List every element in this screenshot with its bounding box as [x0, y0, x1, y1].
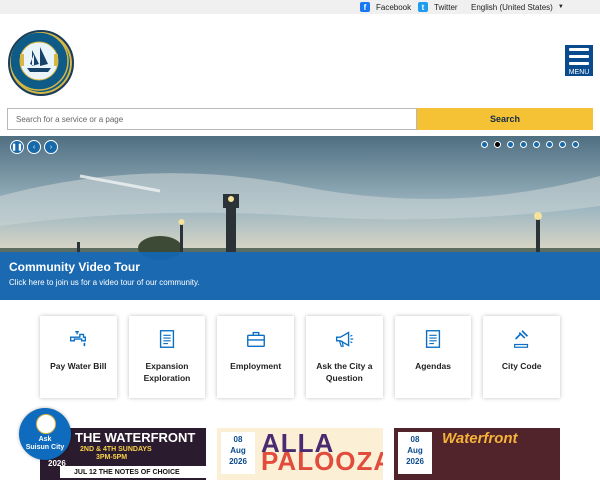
ask-label-city: Suisun City: [25, 444, 65, 451]
ask-suisun-city-button[interactable]: Ask Suisun City: [19, 408, 71, 460]
quick-links: Pay Water Bill Expansion Exploration Emp…: [40, 316, 561, 398]
twitter-link[interactable]: t Twitter: [418, 1, 458, 13]
event-date-badge: 08 Aug 2026: [398, 432, 432, 474]
event-art-text: Waterfront: [442, 430, 518, 447]
event-card[interactable]: 08 Aug 2026 ALLA PALOOZA: [217, 428, 383, 480]
carousel-pagination: [481, 141, 585, 148]
faucet-icon: [70, 330, 87, 347]
quick-link-label: Employment: [230, 361, 282, 371]
event-art-line: 2ND & 4TH SUNDAYS: [80, 446, 152, 453]
menu-button[interactable]: MENU: [565, 45, 593, 76]
carousel-dot[interactable]: [572, 141, 579, 148]
quick-link-expansion-exploration[interactable]: Expansion Exploration: [128, 316, 206, 398]
event-year: 2026: [229, 457, 247, 466]
event-year: 2026: [48, 459, 66, 468]
search-button[interactable]: Search: [417, 108, 593, 130]
event-day: 08: [410, 435, 420, 444]
document-icon: [159, 330, 175, 348]
pause-icon[interactable]: ❚❚: [10, 140, 24, 154]
quick-link-label: Expansion Exploration: [143, 361, 191, 383]
city-seal-icon: [10, 32, 69, 91]
document-icon: [425, 330, 441, 348]
facebook-link[interactable]: f Facebook: [360, 1, 411, 13]
quick-link-label: Pay Water Bill: [50, 361, 107, 371]
event-art-text: PALOOZA: [261, 446, 383, 476]
twitter-label: Twitter: [434, 2, 458, 12]
hero-caption[interactable]: Community Video Tour Click here to join …: [0, 252, 600, 300]
twitter-icon: t: [418, 2, 428, 12]
carousel-dot[interactable]: [481, 141, 488, 148]
event-cards: THE WATERFRONT 2ND & 4TH SUNDAYS 3PM-5PM…: [0, 428, 600, 480]
event-month: Aug: [230, 446, 246, 455]
quick-link-label: City Code: [501, 361, 542, 371]
chevron-left-icon[interactable]: ‹: [27, 140, 41, 154]
quick-link-label: Ask the City a Question: [316, 361, 373, 383]
quick-link-label: Agendas: [415, 361, 451, 371]
language-label: English (United States): [471, 2, 553, 12]
quick-link-employment[interactable]: Employment: [217, 316, 295, 398]
hero-title: Community Video Tour: [9, 260, 140, 274]
event-art-strip: JUL 12 THE NOTES OF CHOICE: [60, 466, 206, 478]
menu-label: MENU: [568, 68, 590, 76]
city-logo[interactable]: [8, 30, 74, 96]
language-selector[interactable]: English (United States) ▼: [471, 1, 564, 13]
caret-down-icon: ▼: [557, 4, 564, 10]
ask-label: Ask: [38, 436, 52, 443]
megaphone-icon: [336, 331, 354, 347]
facebook-icon: f: [360, 2, 370, 12]
hero-carousel[interactable]: ❚❚ ‹ › Community Video Tour Click here t…: [0, 136, 600, 300]
event-date-badge: 08 Aug 2026: [221, 432, 255, 474]
carousel-controls: ❚❚ ‹ ›: [10, 140, 61, 154]
hamburger-icon: [569, 47, 589, 51]
carousel-dot[interactable]: [533, 141, 540, 148]
quick-link-city-code[interactable]: City Code: [483, 316, 561, 398]
carousel-dot[interactable]: [559, 141, 566, 148]
chevron-right-icon[interactable]: ›: [44, 140, 58, 154]
top-utility-bar: f Facebook t Twitter English (United Sta…: [0, 0, 600, 14]
gavel-icon: [513, 330, 528, 348]
event-year: 2026: [406, 457, 424, 466]
carousel-dot[interactable]: [520, 141, 527, 148]
facebook-label: Facebook: [376, 2, 412, 12]
quick-link-pay-water-bill[interactable]: Pay Water Bill: [40, 316, 117, 398]
search-input[interactable]: [7, 108, 417, 130]
event-card[interactable]: 08 Aug 2026 Waterfront: [394, 428, 560, 480]
city-seal-icon: [36, 414, 56, 434]
carousel-dot-active[interactable]: [494, 141, 501, 148]
carousel-dot[interactable]: [546, 141, 553, 148]
event-art-title: THE WATERFRONT: [75, 430, 196, 445]
quick-link-agendas[interactable]: Agendas: [394, 316, 472, 398]
quick-link-ask-the-city[interactable]: Ask the City a Question: [306, 316, 383, 398]
event-month: Aug: [407, 446, 423, 455]
event-art-line: 3PM-5PM: [96, 454, 128, 461]
briefcase-icon: [246, 331, 265, 348]
event-day: 08: [233, 435, 243, 444]
carousel-dot[interactable]: [507, 141, 514, 148]
hero-subtitle: Click here to join us for a video tour o…: [9, 278, 200, 287]
